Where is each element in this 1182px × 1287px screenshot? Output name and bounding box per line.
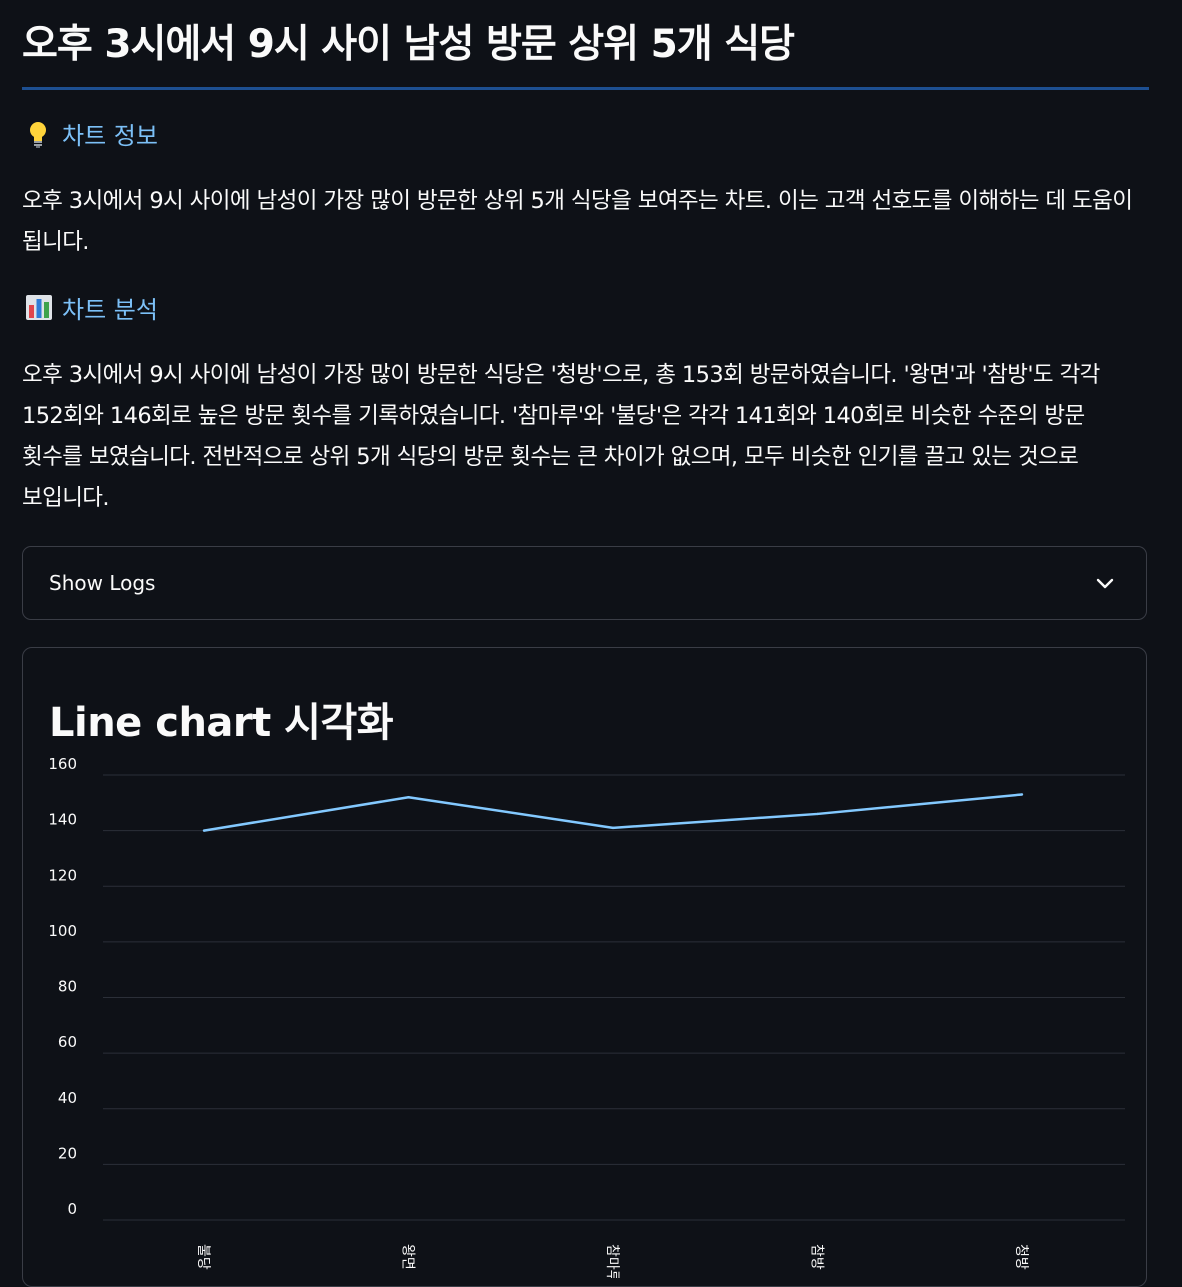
series-line (203, 793, 1023, 832)
y-tick-label: 0 (67, 1200, 77, 1218)
x-tick-label: 참방 (809, 1244, 825, 1270)
x-tick-label: 청방 (1013, 1244, 1029, 1270)
data-point[interactable] (816, 812, 819, 816)
chart-info-text: 오후 3시에서 9시 사이에 남성이 가장 많이 방문한 상위 5개 식당을 보… (22, 188, 1133, 255)
chart-card: Line chart 시각화 0 20 40 60 80 100 120 140 160 불당 왕면… (22, 647, 1147, 1287)
page: 오후 3시에서 9시 사이 남성 방문 상위 5개 식당 차트 정보 오후 3시… (0, 0, 1182, 1287)
y-tick-label: 160 (48, 755, 77, 773)
chart-info-heading-label: 차트 정보 (62, 122, 158, 150)
chart-analysis-heading: 차트 분석 (26, 290, 158, 325)
y-tick-label: 100 (48, 922, 77, 940)
line-chart: 020406080100120140160불당 왕면 참마루 참방 청방 (48, 755, 1125, 1278)
data-point[interactable] (407, 796, 410, 799)
title-divider (22, 87, 1149, 90)
chart-analysis-text: 오후 3시에서 9시 사이에 남성이 가장 많이 방문한 식당은 '청방'으로,… (22, 362, 1100, 511)
data-point[interactable] (1020, 793, 1024, 796)
data-point[interactable] (202, 829, 206, 832)
y-tick-label: 140 (48, 811, 77, 829)
bar-chart-icon (26, 293, 52, 323)
y-tick-label: 120 (48, 866, 77, 884)
x-tick-label: 왕면 (400, 1244, 416, 1270)
y-tick-label: 20 (58, 1144, 77, 1162)
chart-analysis-heading-label: 차트 분석 (62, 296, 158, 324)
chevron-down-icon[interactable] (1096, 574, 1114, 593)
chart-info-heading: 차트 정보 (26, 116, 158, 151)
x-tick-label: 불당 (195, 1244, 211, 1270)
y-tick-label: 40 (58, 1089, 77, 1107)
show-logs-label: Show Logs (49, 571, 156, 595)
y-tick-label: 80 (58, 978, 77, 996)
lightbulb-icon (26, 119, 50, 149)
y-tick-label: 60 (58, 1033, 77, 1051)
data-point[interactable] (611, 826, 615, 830)
page-title: 오후 3시에서 9시 사이 남성 방문 상위 5개 식당 (22, 22, 795, 67)
show-logs-expander[interactable]: Show Logs (22, 546, 1147, 620)
